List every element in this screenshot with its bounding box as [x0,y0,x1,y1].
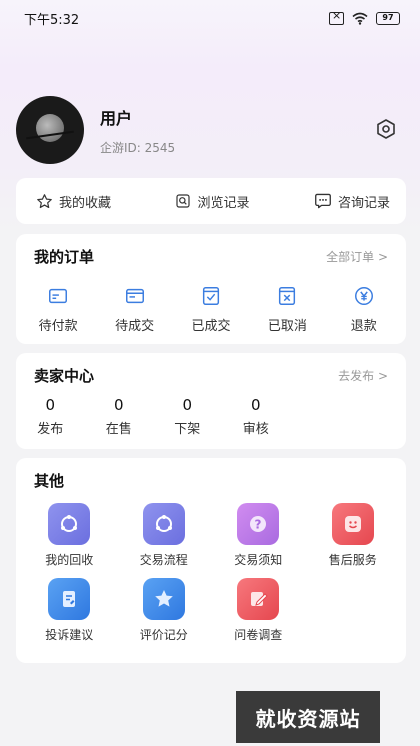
order-refund-label: 退款 [350,319,377,334]
order-completed-label: 已成交 [191,319,231,334]
order-pending-payment-label: 待付款 [38,319,78,334]
on-sale-label: 在售 [105,422,132,437]
published-label: 发布 [37,422,64,437]
seller-title: 卖家中心 [34,367,95,385]
smile-icon [331,503,374,545]
seller-review[interactable]: 0 审核 [226,396,286,437]
trade-flow-item[interactable]: 交易流程 [117,503,212,568]
orders-title: 我的订单 [34,248,95,266]
order-refund[interactable]: 退款 [328,285,400,334]
seller-published[interactable]: 0 发布 [20,396,80,437]
username: 用户 [100,108,133,128]
complaint-icon [48,578,91,620]
pencil-icon [237,578,280,620]
settings-icon[interactable] [374,117,398,141]
chat-icon [315,193,331,209]
rating-label: 评价记分 [139,628,188,642]
seller-center-card: 卖家中心 去发布 > 0 发布 0 在售 0 下架 0 审核 [16,353,406,449]
consult-label: 咨询记录 [337,195,390,211]
survey-item[interactable]: 问卷调查 [211,578,306,643]
order-cancelled-label: 已取消 [267,319,307,334]
order-pending-payment[interactable]: 待付款 [22,285,94,334]
review-count: 0 [250,396,261,414]
flow-icon [142,503,185,545]
trade-notice-label: 交易须知 [234,553,283,567]
consult-link[interactable]: 咨询记录 [314,192,390,211]
order-completed[interactable]: 已成交 [175,285,247,334]
cancel-icon [279,287,296,305]
seller-on-sale[interactable]: 0 在售 [89,396,149,437]
star-icon [37,193,52,208]
star-icon [142,578,185,620]
on-sale-count: 0 [113,396,124,414]
my-recycle-label: 我的回收 [45,553,94,567]
after-sales-item[interactable]: 售后服务 [306,503,401,568]
svg-text:?: ? [255,518,262,532]
after-sales-label: 售后服务 [328,553,377,567]
history-icon [176,194,191,208]
order-pending-deal-label: 待成交 [115,319,155,334]
status-icons: 97 [329,9,400,25]
favorites-label: 我的收藏 [59,195,112,211]
review-label: 审核 [242,422,269,437]
other-card: 其他 我的回收 交易流程 ? 交易须知 售后服务 投诉建议 评价记分 问卷调查 [16,458,406,663]
delisted-count: 0 [182,396,193,414]
survey-label: 问卷调查 [234,628,283,642]
recycle-icon [48,503,91,545]
status-time: 下午5:32 [24,12,80,28]
seller-delisted[interactable]: 0 下架 [157,396,217,437]
order-pending-deal[interactable]: 待成交 [99,285,171,334]
avatar[interactable] [16,96,84,164]
all-orders-link[interactable]: 全部订单 > [326,248,388,265]
history-link[interactable]: 浏览记录 [175,192,250,211]
battery-icon: 97 [376,11,400,25]
publish-link[interactable]: 去发布 > [338,367,388,384]
my-recycle-item[interactable]: 我的回收 [22,503,117,568]
wifi-icon [352,12,368,25]
favorites-link[interactable]: 我的收藏 [36,192,111,211]
profile-section: 用户 企游ID: 2545 [16,95,406,165]
check-icon [202,287,220,305]
status-bar: 下午5:32 97 [0,0,420,36]
question-icon: ? [237,503,280,545]
yen-icon [354,287,373,305]
sim-icon [329,9,344,25]
rating-item[interactable]: 评价记分 [117,578,212,643]
history-label: 浏览记录 [197,195,250,211]
delisted-label: 下架 [174,422,201,437]
watermark: 就收资源站 [236,691,380,743]
order-cancelled[interactable]: 已取消 [251,285,323,334]
list-card-icon [125,288,144,304]
published-count: 0 [45,396,56,414]
trade-notice-item[interactable]: ? 交易须知 [211,503,306,568]
orders-card: 我的订单 全部订单 > 待付款 待成交 已成交 已取消 退款 [16,234,406,344]
other-title: 其他 [34,472,65,490]
user-id: 企游ID: 2545 [100,140,176,155]
trade-flow-label: 交易流程 [139,553,188,567]
complaint-item[interactable]: 投诉建议 [22,578,117,643]
complaint-label: 投诉建议 [45,628,94,642]
card-icon [49,288,68,304]
quick-links-card: 我的收藏 浏览记录 咨询记录 [16,178,406,224]
